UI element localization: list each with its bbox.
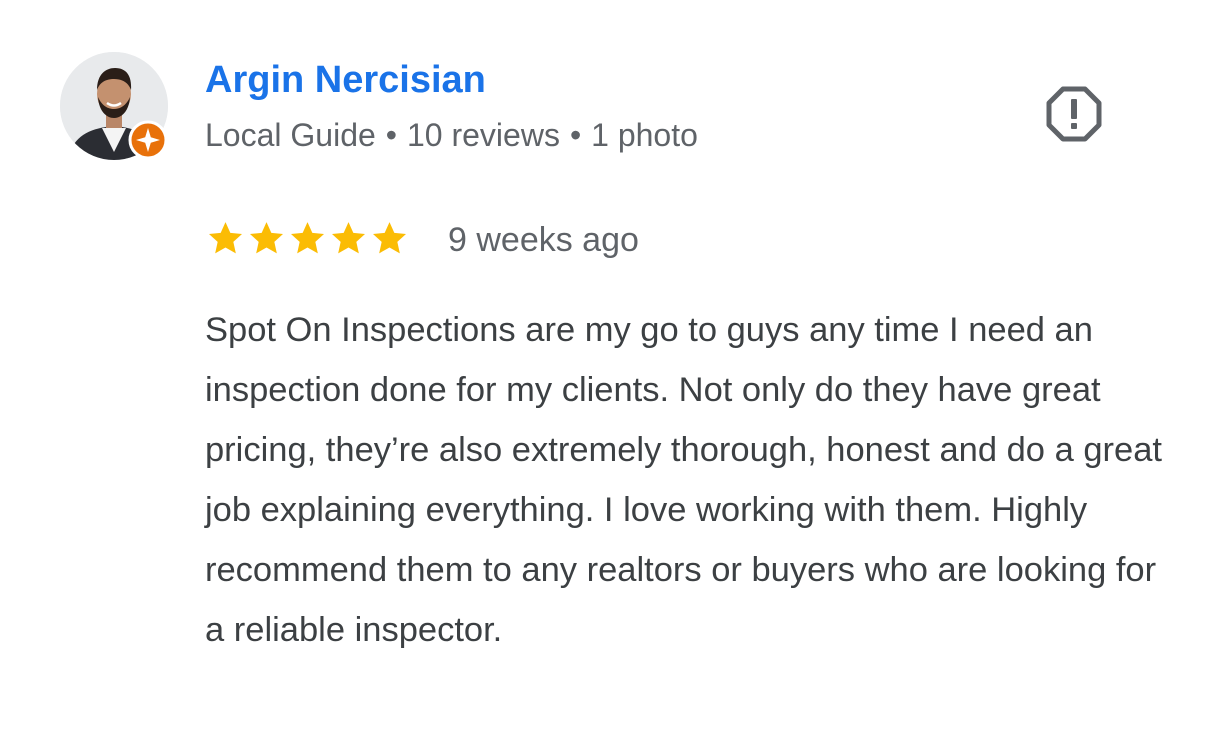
star-icon bbox=[373, 222, 406, 254]
reviewer-name-link[interactable]: Argin Nercisian bbox=[205, 56, 486, 104]
reviews-count: 10 reviews bbox=[406, 117, 560, 153]
reviewer-meta: Local Guide • 10 reviews • 1 photo bbox=[205, 114, 698, 156]
report-review-button[interactable] bbox=[1042, 82, 1106, 146]
star-icon bbox=[209, 222, 242, 254]
star-icon bbox=[332, 222, 365, 254]
star-rating bbox=[205, 218, 410, 258]
star-icon bbox=[250, 222, 283, 254]
photos-count: 1 photo bbox=[591, 117, 698, 153]
reviewer-avatar[interactable] bbox=[60, 52, 168, 160]
local-guide-label: Local Guide bbox=[205, 117, 376, 153]
meta-separator: • bbox=[385, 117, 397, 153]
report-flag-icon bbox=[1046, 86, 1102, 142]
review-text: Spot On Inspections are my go to guys an… bbox=[205, 311, 1162, 649]
review-date: 9 weeks ago bbox=[448, 221, 639, 259]
review-card: Argin Nercisian Local Guide • 10 reviews • 1… bbox=[0, 0, 1206, 749]
star-icon bbox=[291, 222, 324, 254]
meta-separator: • bbox=[569, 117, 582, 153]
local-guide-badge-icon bbox=[128, 120, 168, 160]
